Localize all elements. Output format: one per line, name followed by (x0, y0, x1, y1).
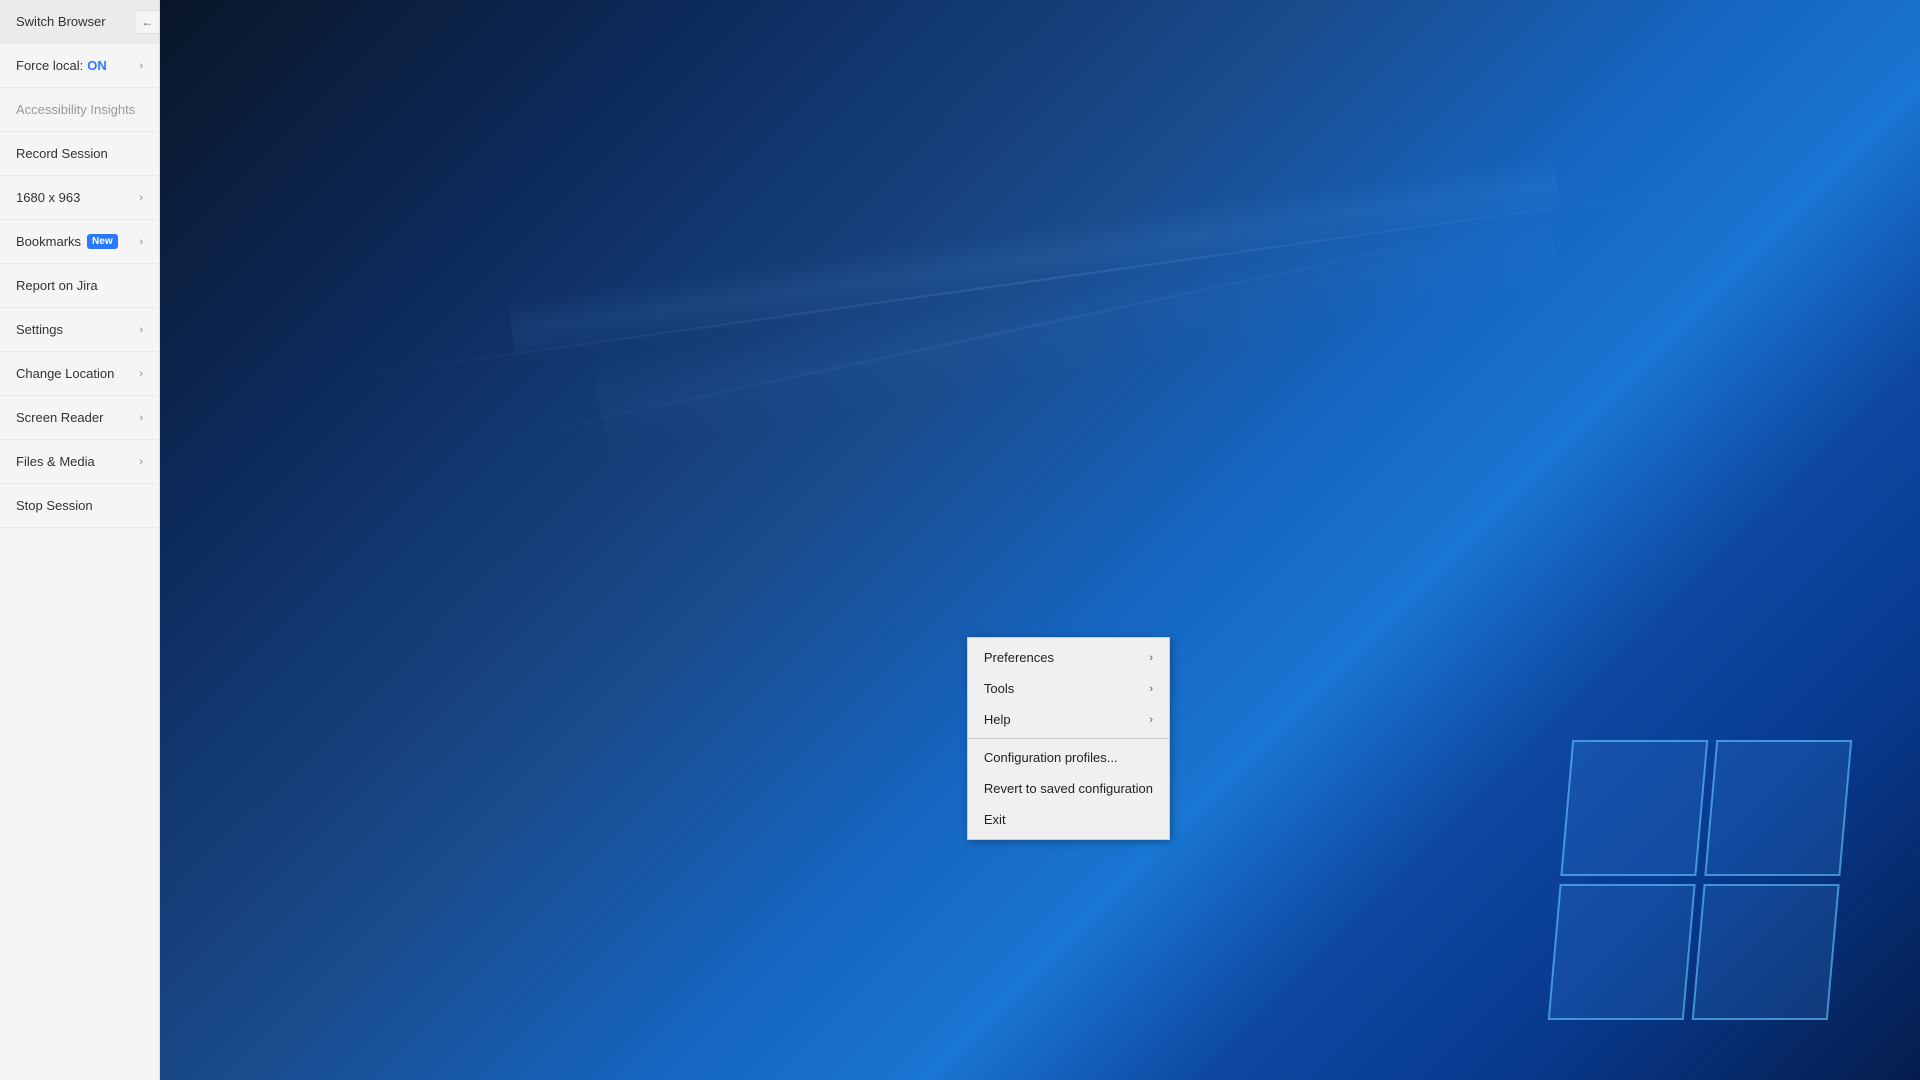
bookmarks-label: Bookmarks (16, 234, 81, 249)
report-on-jira-label: Report on Jira (16, 278, 98, 293)
exit-label: Exit (984, 812, 1006, 827)
bookmarks-chevron-icon: › (139, 236, 143, 248)
sidebar-item-resolution[interactable]: 1680 x 963 › (0, 176, 159, 220)
resolution-chevron-icon: › (139, 192, 143, 204)
resolution-label: 1680 x 963 (16, 190, 80, 205)
settings-chevron-icon: › (139, 324, 143, 336)
context-menu-separator (968, 738, 1169, 739)
context-menu-item-exit[interactable]: Exit (968, 804, 1169, 835)
change-location-label: Change Location (16, 366, 114, 381)
sidebar-item-report-on-jira[interactable]: Report on Jira (0, 264, 159, 308)
sidebar-item-record-session[interactable]: Record Session (0, 132, 159, 176)
sidebar-item-force-local[interactable]: Force local: ON › (0, 44, 159, 88)
sidebar-item-screen-reader[interactable]: Screen Reader › (0, 396, 159, 440)
preferences-arrow-icon: › (1149, 652, 1153, 664)
windows-pane-br (1692, 884, 1840, 1020)
main-content: Preferences › Tools › Help › Configurati… (160, 0, 1920, 1080)
force-local-value: ON (87, 58, 107, 73)
context-menu: Preferences › Tools › Help › Configurati… (967, 637, 1170, 840)
sidebar-item-bookmarks[interactable]: Bookmarks New › (0, 220, 159, 264)
sidebar-collapse-button[interactable]: ← (136, 10, 160, 34)
preferences-label: Preferences (984, 650, 1054, 665)
desktop-background[interactable]: Preferences › Tools › Help › Configurati… (160, 0, 1920, 1080)
screen-reader-chevron-icon: › (139, 412, 143, 424)
windows-pane-tr (1704, 740, 1852, 876)
help-label: Help (984, 712, 1011, 727)
context-menu-item-preferences[interactable]: Preferences › (968, 642, 1169, 673)
sidebar-item-change-location[interactable]: Change Location › (0, 352, 159, 396)
switch-browser-label: Switch Browser (16, 14, 106, 29)
files-and-media-label: Files & Media (16, 454, 95, 469)
windows-logo (1548, 740, 1852, 1020)
context-menu-item-tools[interactable]: Tools › (968, 673, 1169, 704)
revert-saved-label: Revert to saved configuration (984, 781, 1153, 796)
context-menu-item-configuration-profiles[interactable]: Configuration profiles... (968, 742, 1169, 773)
change-location-chevron-icon: › (139, 368, 143, 380)
context-menu-item-revert-saved[interactable]: Revert to saved configuration (968, 773, 1169, 804)
force-local-label: Force local: (16, 58, 83, 73)
sidebar: ← Switch Browser Force local: ON › Acces… (0, 0, 160, 1080)
sidebar-item-stop-session[interactable]: Stop Session (0, 484, 159, 528)
configuration-profiles-label: Configuration profiles... (984, 750, 1118, 765)
settings-label: Settings (16, 322, 63, 337)
stop-session-label: Stop Session (16, 498, 93, 513)
screen-reader-label: Screen Reader (16, 410, 103, 425)
force-local-chevron-icon: › (139, 60, 143, 72)
record-session-label: Record Session (16, 146, 108, 161)
sidebar-item-files-and-media[interactable]: Files & Media › (0, 440, 159, 484)
windows-pane-bl (1548, 884, 1696, 1020)
context-menu-item-help[interactable]: Help › (968, 704, 1169, 735)
bookmarks-badge: New (87, 234, 118, 249)
tools-label: Tools (984, 681, 1014, 696)
help-arrow-icon: › (1149, 714, 1153, 726)
windows-pane-tl (1560, 740, 1708, 876)
sidebar-item-settings[interactable]: Settings › (0, 308, 159, 352)
files-and-media-chevron-icon: › (139, 456, 143, 468)
accessibility-insights-label: Accessibility Insights (16, 102, 135, 117)
tools-arrow-icon: › (1149, 683, 1153, 695)
sidebar-item-accessibility-insights: Accessibility Insights (0, 88, 159, 132)
